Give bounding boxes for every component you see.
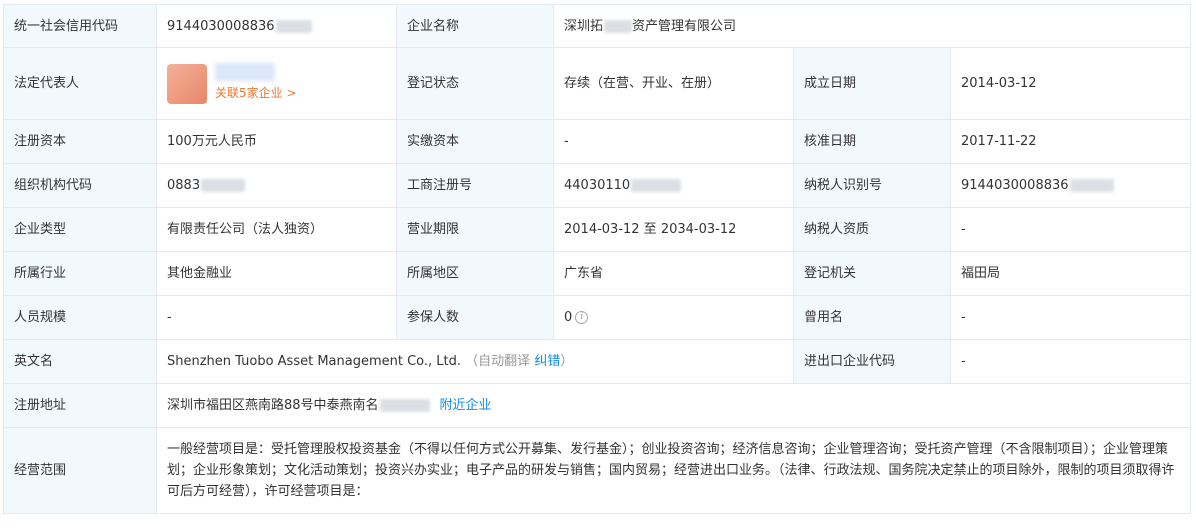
label-former-name: 曾用名 — [793, 295, 951, 340]
correct-link[interactable]: 纠错 — [534, 354, 560, 369]
value-industry: 其他金融业 — [156, 251, 397, 296]
masked-text — [201, 179, 246, 192]
label-biz-reg-no: 工商注册号 — [396, 163, 554, 208]
value-established: 2014-03-12 — [950, 47, 1191, 120]
label-reg-capital: 注册资本 — [3, 119, 157, 164]
table-row: 注册资本 100万元人民币 实缴资本 - 核准日期 2017-11-22 — [3, 119, 1191, 164]
auto-translate-note: （自动翻译 — [465, 354, 535, 369]
label-reg-address: 注册地址 — [3, 383, 157, 428]
masked-text — [631, 179, 682, 192]
value-reg-address: 深圳市福田区燕南路88号中泰燕南名 附近企业 — [156, 383, 1191, 428]
credit-code-text: 9144030008836 — [167, 18, 275, 34]
company-name-prefix: 深圳拓 — [564, 18, 604, 34]
table-row: 人员规模 - 参保人数 0i 曾用名 - — [3, 295, 1191, 340]
related-companies-link[interactable]: 关联5家企业 > — [215, 83, 297, 104]
value-import-export-code: - — [950, 339, 1191, 384]
label-credit-code: 统一社会信用代码 — [3, 4, 157, 48]
label-reg-authority: 登记机关 — [793, 251, 951, 296]
value-reg-capital: 100万元人民币 — [156, 119, 397, 164]
label-industry: 所属行业 — [3, 251, 157, 296]
label-biz-term: 营业期限 — [396, 207, 554, 252]
label-region: 所属地区 — [396, 251, 554, 296]
table-row: 经营范围 一般经营项目是：受托管理股权投资基金（不得以任何方式公开募集、发行基金… — [3, 427, 1191, 514]
label-taxpayer-id: 纳税人识别号 — [793, 163, 951, 208]
value-biz-reg-no: 44030110 — [553, 163, 794, 208]
label-taxpayer-qual: 纳税人资质 — [793, 207, 951, 252]
value-company-name: 深圳拓 资产管理有限公司 — [553, 4, 1191, 48]
value-taxpayer-id: 9144030008836 — [950, 163, 1191, 208]
value-biz-scope: 一般经营项目是：受托管理股权投资基金（不得以任何方式公开募集、发行基金）；创业投… — [156, 427, 1191, 514]
nearby-companies-link[interactable]: 附近企业 — [440, 398, 492, 413]
value-biz-term: 2014-03-12 至 2034-03-12 — [553, 207, 794, 252]
value-company-type: 有限责任公司（法人独资） — [156, 207, 397, 252]
biz-reg-no-text: 44030110 — [564, 178, 631, 193]
address-text: 深圳市福田区燕南路88号中泰燕南名 — [167, 398, 379, 413]
label-approval-date: 核准日期 — [793, 119, 951, 164]
value-legal-rep: 关联5家企业 > — [156, 47, 397, 120]
masked-text — [1069, 179, 1114, 192]
label-paid-capital: 实缴资本 — [396, 119, 554, 164]
legal-rep-name[interactable] — [215, 63, 275, 81]
table-row: 注册地址 深圳市福田区燕南路88号中泰燕南名 附近企业 — [3, 383, 1191, 428]
english-name-text: Shenzhen Tuobo Asset Management Co., Ltd… — [167, 354, 462, 369]
label-company-name: 企业名称 — [396, 4, 554, 48]
label-org-code: 组织机构代码 — [3, 163, 157, 208]
table-row: 英文名 Shenzhen Tuobo Asset Management Co.,… — [3, 339, 1191, 384]
table-row: 企业类型 有限责任公司（法人独资） 营业期限 2014-03-12 至 2034… — [3, 207, 1191, 252]
value-taxpayer-qual: - — [950, 207, 1191, 252]
company-name-suffix: 资产管理有限公司 — [632, 18, 737, 34]
avatar[interactable] — [167, 63, 207, 104]
value-region: 广东省 — [553, 251, 794, 296]
table-row: 法定代表人 关联5家企业 > 登记状态 存续（在营、开业、在册） 成立日期 20… — [3, 47, 1191, 120]
label-biz-scope: 经营范围 — [3, 427, 157, 514]
value-former-name: - — [950, 295, 1191, 340]
company-info-table: 统一社会信用代码 9144030008836 企业名称 深圳拓 资产管理有限公司 … — [3, 4, 1191, 514]
value-reg-authority: 福田局 — [950, 251, 1191, 296]
label-established: 成立日期 — [793, 47, 951, 120]
value-credit-code[interactable]: 9144030008836 — [156, 4, 397, 48]
taxpayer-id-text: 9144030008836 — [961, 178, 1069, 193]
label-import-export-code: 进出口企业代码 — [793, 339, 951, 384]
masked-text — [379, 399, 430, 412]
table-row: 组织机构代码 0883 工商注册号 44030110 纳税人识别号 914403… — [3, 163, 1191, 208]
value-english-name: Shenzhen Tuobo Asset Management Co., Ltd… — [156, 339, 794, 384]
label-insured: 参保人数 — [396, 295, 554, 340]
label-staff-size: 人员规模 — [3, 295, 157, 340]
info-circle-icon[interactable]: i — [575, 311, 589, 324]
label-reg-status: 登记状态 — [396, 47, 554, 120]
value-org-code: 0883 — [156, 163, 397, 208]
value-insured: 0i — [553, 295, 794, 340]
insured-count: 0 — [564, 310, 573, 325]
label-legal-rep: 法定代表人 — [3, 47, 157, 120]
value-paid-capital: - — [553, 119, 794, 164]
value-approval-date: 2017-11-22 — [950, 119, 1191, 164]
value-reg-status: 存续（在营、开业、在册） — [553, 47, 794, 120]
label-english-name: 英文名 — [3, 339, 157, 384]
org-code-text: 0883 — [167, 178, 201, 193]
masked-text — [275, 19, 312, 33]
masked-text — [604, 19, 633, 33]
value-staff-size: - — [156, 295, 397, 340]
table-row: 统一社会信用代码 9144030008836 企业名称 深圳拓 资产管理有限公司 — [3, 4, 1191, 48]
auto-translate-close: ） — [560, 354, 574, 369]
table-row: 所属行业 其他金融业 所属地区 广东省 登记机关 福田局 — [3, 251, 1191, 296]
label-company-type: 企业类型 — [3, 207, 157, 252]
